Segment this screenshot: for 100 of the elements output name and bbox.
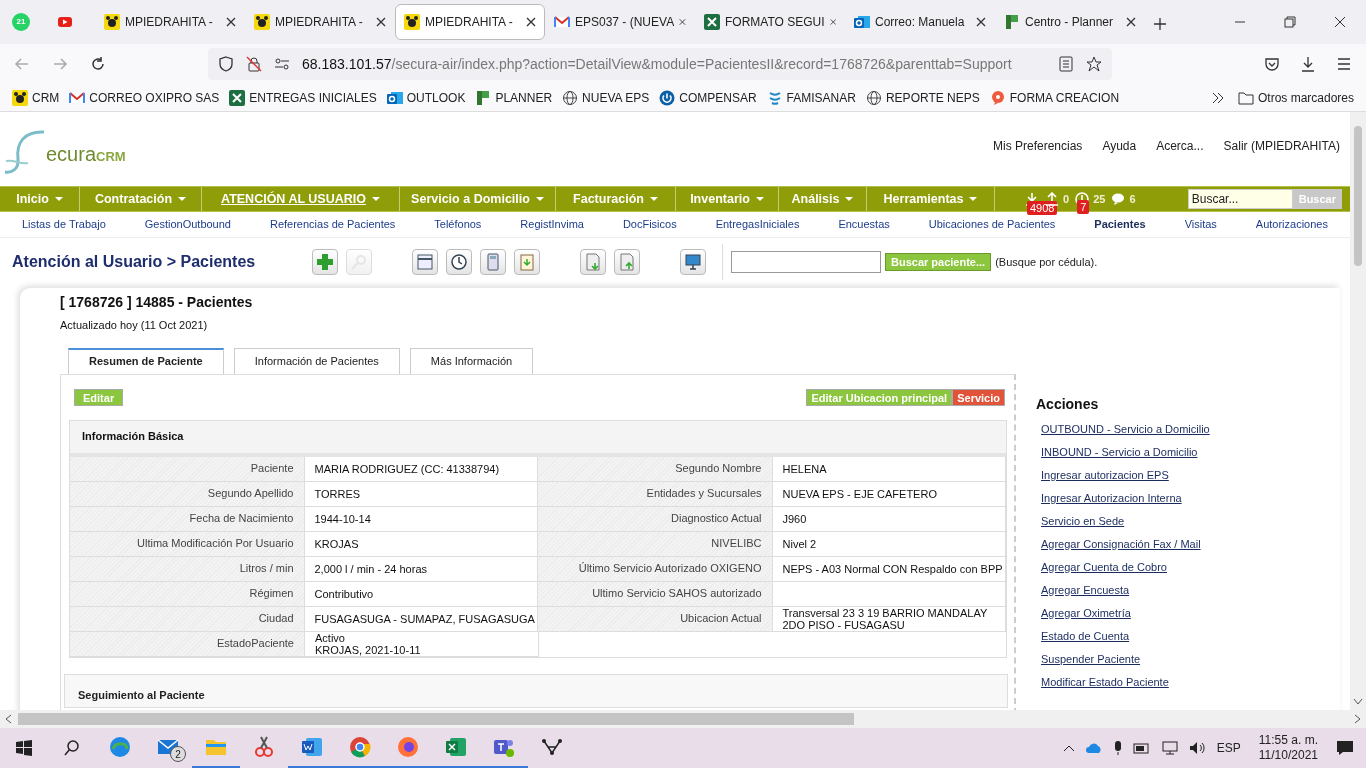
action-link[interactable]: Ingresar autorizacion EPS <box>1041 466 1210 490</box>
subnav-link[interactable]: Autorizaciones <box>1255 216 1328 233</box>
new-tab-icon[interactable] <box>1153 17 1167 31</box>
bookmark-link[interactable]: NUEVA EPS <box>562 88 650 107</box>
action-link[interactable]: Agregar Consignación Fax / Mail <box>1041 535 1210 559</box>
language-indicator[interactable]: ESP <box>1216 739 1241 757</box>
scroll-down-icon[interactable] <box>1353 698 1363 706</box>
close-icon[interactable] <box>1334 16 1346 28</box>
bookmark-link[interactable]: CORREO OXIPRO SAS <box>69 88 220 107</box>
patient-search-field[interactable] <box>731 251 881 273</box>
browser-tab[interactable]: Correo: Manuela <box>845 4 995 40</box>
subnav-link[interactable]: GestionOutbound <box>144 216 231 233</box>
header-link[interactable]: Salir (MPIEDRAHITA) <box>1223 137 1340 155</box>
speaker-icon[interactable] <box>1188 741 1207 755</box>
bookmark-link[interactable]: REPORTE NEPS <box>865 88 980 107</box>
scroll-left-icon[interactable] <box>4 714 12 724</box>
action-link[interactable]: OUTBOUND - Servicio a Domicilio <box>1041 420 1210 444</box>
record-tab[interactable]: Más Información <box>409 347 534 374</box>
notification-icon[interactable] <box>1336 740 1354 756</box>
clock[interactable]: 11:55 a. m. 11/10/2021 <box>1250 733 1326 763</box>
subnav-link[interactable]: RegistInvima <box>520 216 584 233</box>
record-tab[interactable]: Resumen de Paciente <box>68 347 224 374</box>
download-icon[interactable] <box>1300 56 1316 72</box>
action-link[interactable]: Servicio en Sede <box>1041 512 1210 536</box>
header-link[interactable]: Ayuda <box>1102 137 1137 155</box>
scroll-right-icon[interactable] <box>1354 714 1362 724</box>
toolbar-button[interactable] <box>412 249 438 275</box>
toolbar-button[interactable] <box>680 249 706 275</box>
close-icon[interactable] <box>1126 17 1136 27</box>
action-link[interactable]: Ingresar Autorizacion Interna <box>1041 489 1210 513</box>
action-link[interactable]: Modificar Estado Paciente <box>1041 673 1210 697</box>
horizontal-scrollbar[interactable] <box>0 710 1366 728</box>
subnav-link[interactable]: Listas de Trabajo <box>22 216 106 233</box>
chat-bubble-icon[interactable] <box>1111 192 1126 206</box>
field-label: Ciudad <box>70 606 305 631</box>
vertical-scrollbar[interactable] <box>1350 112 1366 710</box>
close-icon[interactable] <box>376 17 386 27</box>
browser-tab[interactable]: Centro - Planner <box>995 4 1145 40</box>
bookmark-star-icon[interactable] <box>1086 56 1102 72</box>
menu-icon[interactable] <box>1336 56 1352 72</box>
subnav-link[interactable]: Teléfonos <box>434 216 482 233</box>
browser-tab[interactable]: FORMATO SEGUI <box>695 4 845 40</box>
pocket-icon[interactable] <box>1264 56 1280 72</box>
action-link[interactable]: Agregar Oximetría <box>1041 604 1210 628</box>
action-link[interactable]: Agregar Cuenta de Cobro <box>1041 558 1210 582</box>
subnav-link[interactable]: EntregasIniciales <box>715 216 800 233</box>
close-icon[interactable] <box>526 17 536 27</box>
bookmark-link[interactable]: FAMISANAR <box>766 88 856 107</box>
browser-tab[interactable]: MPIEDRAHITA - <box>95 4 245 40</box>
toolbar-button[interactable] <box>446 249 472 275</box>
browser-tab[interactable]: MPIEDRAHITA - <box>245 4 395 40</box>
microphone-icon[interactable] <box>1112 740 1123 756</box>
action-link[interactable]: Agregar Encuesta <box>1041 581 1210 605</box>
subnav-link[interactable]: DocFisicos <box>622 216 677 233</box>
shield-icon[interactable] <box>218 56 234 72</box>
spreadsheet-icon <box>444 735 468 759</box>
taskbar-app[interactable]: 2 <box>144 728 192 768</box>
bookmark-link[interactable]: FORMA CREACION <box>989 88 1120 107</box>
page-title: Atención al Usuario > Pacientes <box>12 252 257 272</box>
subnav-link[interactable]: Visitas <box>1184 216 1217 233</box>
restore-icon[interactable] <box>1284 16 1296 28</box>
scrollbar-thumb[interactable] <box>1354 126 1362 266</box>
bookmark-link[interactable]: PLANNER <box>475 88 553 107</box>
search-icon[interactable] <box>64 740 80 756</box>
bookmark-link[interactable]: COMPENSAR <box>659 88 757 107</box>
search-field[interactable]: Buscar... <box>1187 189 1293 209</box>
header-link[interactable]: Mis Preferencias <box>993 137 1083 155</box>
network-monitor-icon[interactable] <box>1160 741 1179 755</box>
action-link[interactable]: Suspender Paciente <box>1041 650 1210 674</box>
bookmark-link[interactable]: OUTLOOK <box>386 88 466 107</box>
bookmark-link[interactable]: CRM <box>12 88 60 107</box>
document-w-icon <box>300 735 324 759</box>
bookmark-folder[interactable]: Otros marcadores <box>1237 88 1354 107</box>
bookmark-link[interactable]: ENTREGAS INICIALES <box>229 88 377 107</box>
subnav-link[interactable]: Pacientes <box>1094 216 1146 233</box>
subnav-link[interactable]: Encuestas <box>838 216 890 233</box>
browser-tab[interactable]: MPIEDRAHITA - <box>395 4 545 40</box>
subnav-link[interactable]: Referencias de Pacientes <box>269 216 396 233</box>
reader-view-icon[interactable] <box>1058 56 1074 72</box>
record-tab[interactable]: Información de Pacientes <box>233 347 400 374</box>
address-bar[interactable]: 68.183.101.57/secura-air/index.php?action=DetailView&module=PacientesII&record=1768726&parenttab=Support <box>208 48 1112 80</box>
subnav-link[interactable]: Ubicaciones de Pacientes <box>928 216 1056 233</box>
header-link[interactable]: Acerca... <box>1156 137 1204 155</box>
settings-sliders-icon[interactable] <box>274 56 290 72</box>
close-icon[interactable] <box>976 17 986 27</box>
battery-plug-icon[interactable] <box>1132 741 1151 755</box>
action-button[interactable]: Servicio <box>952 388 1005 406</box>
action-link[interactable]: INBOUND - Servicio a Domicilio <box>1041 443 1210 467</box>
action-link[interactable]: Estado de Cuenta <box>1041 627 1210 651</box>
reload-icon[interactable] <box>90 56 106 72</box>
browser-tab[interactable]: EPS037 - (NUEVA <box>545 4 695 40</box>
close-icon[interactable] <box>226 17 236 27</box>
windows-start-icon[interactable] <box>16 740 32 756</box>
upload-tray-icon[interactable] <box>1045 192 1059 206</box>
crossed-lock-icon[interactable] <box>246 56 262 72</box>
scrollbar-thumb[interactable] <box>18 713 854 725</box>
chevron-right-icon[interactable] <box>1211 91 1224 104</box>
chevron-up-icon[interactable] <box>1062 744 1075 752</box>
crm-logo-icon <box>12 89 28 106</box>
cloud-icon[interactable] <box>1084 742 1103 754</box>
